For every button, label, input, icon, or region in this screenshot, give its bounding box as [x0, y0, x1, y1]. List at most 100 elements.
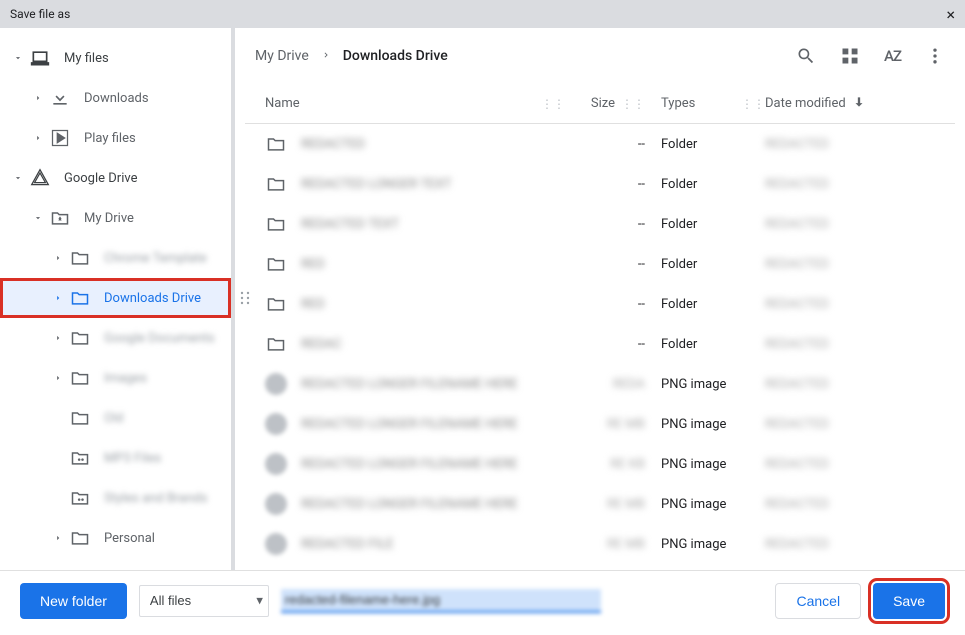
- file-type: Folder: [661, 137, 697, 152]
- file-size: RE MB: [607, 497, 645, 512]
- file-row[interactable]: RED--FolderREDACTED: [245, 284, 955, 324]
- file-type-filter[interactable]: [139, 585, 269, 617]
- content-pane: My Drive Downloads Drive AZ Name ⋮⋮ Size ⋮…: [235, 28, 965, 570]
- column-date[interactable]: Date modified: [765, 96, 846, 111]
- folder-icon: [68, 408, 92, 428]
- breadcrumb: My Drive Downloads Drive: [255, 48, 792, 64]
- chevron-right-icon: [321, 48, 331, 64]
- folder-icon: [265, 293, 287, 315]
- file-date: REDACTED: [765, 457, 829, 472]
- sidebar-item-label: Styles and Brands: [104, 491, 231, 506]
- sidebar-item-downloads[interactable]: Downloads: [0, 78, 231, 118]
- sidebar-item-label: Downloads Drive: [104, 291, 231, 306]
- sidebar-item-styles-and-brands[interactable]: Styles and Brands: [0, 478, 231, 518]
- filename-input[interactable]: [281, 589, 601, 613]
- expand-icon[interactable]: [48, 533, 68, 543]
- file-date: REDACTED: [765, 177, 829, 192]
- more-icon[interactable]: [925, 46, 945, 66]
- sidebar-item-mp3-files[interactable]: MP3 Files: [0, 438, 231, 478]
- expand-icon[interactable]: [28, 93, 48, 103]
- file-name: REDACTED LONGER FILENAME HERE: [301, 377, 518, 392]
- sidebar-item-images[interactable]: Images: [0, 358, 231, 398]
- image-thumbnail: [265, 453, 287, 475]
- file-row[interactable]: REDACTED LONGER FILENAME HERERE MBPNG im…: [245, 484, 955, 524]
- sidebar-item-label: Play files: [84, 131, 231, 146]
- cancel-button[interactable]: Cancel: [775, 583, 861, 619]
- file-row[interactable]: REDACTED LONGER FILENAME HERERE MBPNG im…: [245, 404, 955, 444]
- search-icon[interactable]: [796, 46, 816, 66]
- sidebar-item-downloads-drive[interactable]: Downloads Drive: [0, 278, 231, 318]
- file-row[interactable]: REDACTED LONGER TEXT--FolderREDACTED: [245, 164, 955, 204]
- sidebar-item-label: Google Drive: [64, 171, 231, 186]
- folder-icon: [68, 248, 92, 268]
- column-name[interactable]: Name: [265, 96, 300, 111]
- sidebar-item-label: Old: [104, 411, 231, 426]
- file-date: REDACTED: [765, 137, 829, 152]
- file-type: PNG image: [661, 537, 726, 552]
- save-button[interactable]: Save: [873, 583, 945, 619]
- expand-icon[interactable]: [48, 293, 68, 303]
- download-icon: [48, 88, 72, 108]
- column-types[interactable]: Types: [661, 96, 695, 111]
- file-row[interactable]: RED--FolderREDACTED: [245, 244, 955, 284]
- sidebar-item-play-files[interactable]: Play files: [0, 118, 231, 158]
- file-name: REDACTED TEXT: [301, 217, 399, 232]
- file-size: RE KB: [610, 457, 645, 472]
- expand-icon[interactable]: [8, 53, 28, 63]
- file-type: PNG image: [661, 457, 726, 472]
- file-row[interactable]: REDACTED TEXT--FolderREDACTED: [245, 204, 955, 244]
- sidebar-item-personal[interactable]: Personal: [0, 518, 231, 558]
- file-size: --: [638, 137, 645, 152]
- file-date: REDACTED: [765, 417, 829, 432]
- file-type: PNG image: [661, 417, 726, 432]
- mydrive-icon: [48, 208, 72, 228]
- image-thumbnail: [265, 373, 287, 395]
- grid-view-icon[interactable]: [840, 46, 860, 66]
- file-row[interactable]: REDACTED FILERE MBPNG imageREDACTED: [245, 524, 955, 564]
- file-row[interactable]: REDACTED LONGER FILENAME HERERE KBPNG im…: [245, 444, 955, 484]
- sidebar-item-google-drive[interactable]: Google Drive: [0, 158, 231, 198]
- sidebar-item-chrome-template[interactable]: Chrome Template: [0, 238, 231, 278]
- sidebar-item-label: My Drive: [84, 211, 231, 226]
- expand-icon[interactable]: [28, 133, 48, 143]
- file-row[interactable]: REDAC--FolderREDACTED: [245, 324, 955, 364]
- column-size[interactable]: Size: [591, 96, 615, 111]
- sidebar-item-google-documents[interactable]: Google Documents: [0, 318, 231, 358]
- sidebar-item-my-files[interactable]: My files: [0, 38, 231, 78]
- breadcrumb-current: Downloads Drive: [343, 48, 448, 64]
- expand-icon[interactable]: [28, 213, 48, 223]
- sidebar-item-label: Google Documents: [104, 331, 231, 346]
- close-icon[interactable]: ×: [946, 5, 955, 24]
- image-thumbnail: [265, 413, 287, 435]
- sidebar-resize-handle[interactable]: [239, 290, 251, 310]
- folder-icon: [265, 253, 287, 275]
- new-folder-button[interactable]: New folder: [20, 583, 127, 619]
- file-row[interactable]: REDACTED -- Folder REDACTED: [245, 124, 955, 164]
- sort-descending-icon: [852, 95, 866, 113]
- column-resize-icon[interactable]: ⋮⋮: [741, 97, 765, 111]
- folder-icon: [68, 288, 92, 308]
- column-resize-icon[interactable]: ⋮⋮: [541, 97, 565, 111]
- sidebar-item-label: My files: [64, 51, 231, 66]
- folder-icon: [265, 133, 287, 155]
- expand-icon[interactable]: [48, 253, 68, 263]
- sidebar-item-my-drive[interactable]: My Drive: [0, 198, 231, 238]
- folder-icon: [265, 333, 287, 355]
- file-name: RED: [301, 297, 325, 312]
- column-resize-icon[interactable]: ⋮⋮: [621, 97, 645, 111]
- folder-icon: [68, 528, 92, 548]
- breadcrumb-parent[interactable]: My Drive: [255, 48, 309, 64]
- file-date: REDACTED: [765, 377, 829, 392]
- expand-icon[interactable]: [48, 373, 68, 383]
- expand-icon[interactable]: [8, 173, 28, 183]
- file-row[interactable]: REDACTED LONGER FILENAME HEREREDAPNG ima…: [245, 364, 955, 404]
- sidebar-item-old[interactable]: Old: [0, 398, 231, 438]
- file-name: RED: [301, 257, 325, 272]
- expand-icon[interactable]: [48, 333, 68, 343]
- sort-az-icon[interactable]: AZ: [884, 47, 901, 65]
- sidebar-item-label: Personal: [104, 531, 231, 546]
- file-name: REDACTED: [301, 137, 365, 152]
- file-size: --: [638, 177, 645, 192]
- file-type: Folder: [661, 177, 697, 192]
- sidebar: My files Downloads Play files Google Drive M…: [0, 28, 235, 570]
